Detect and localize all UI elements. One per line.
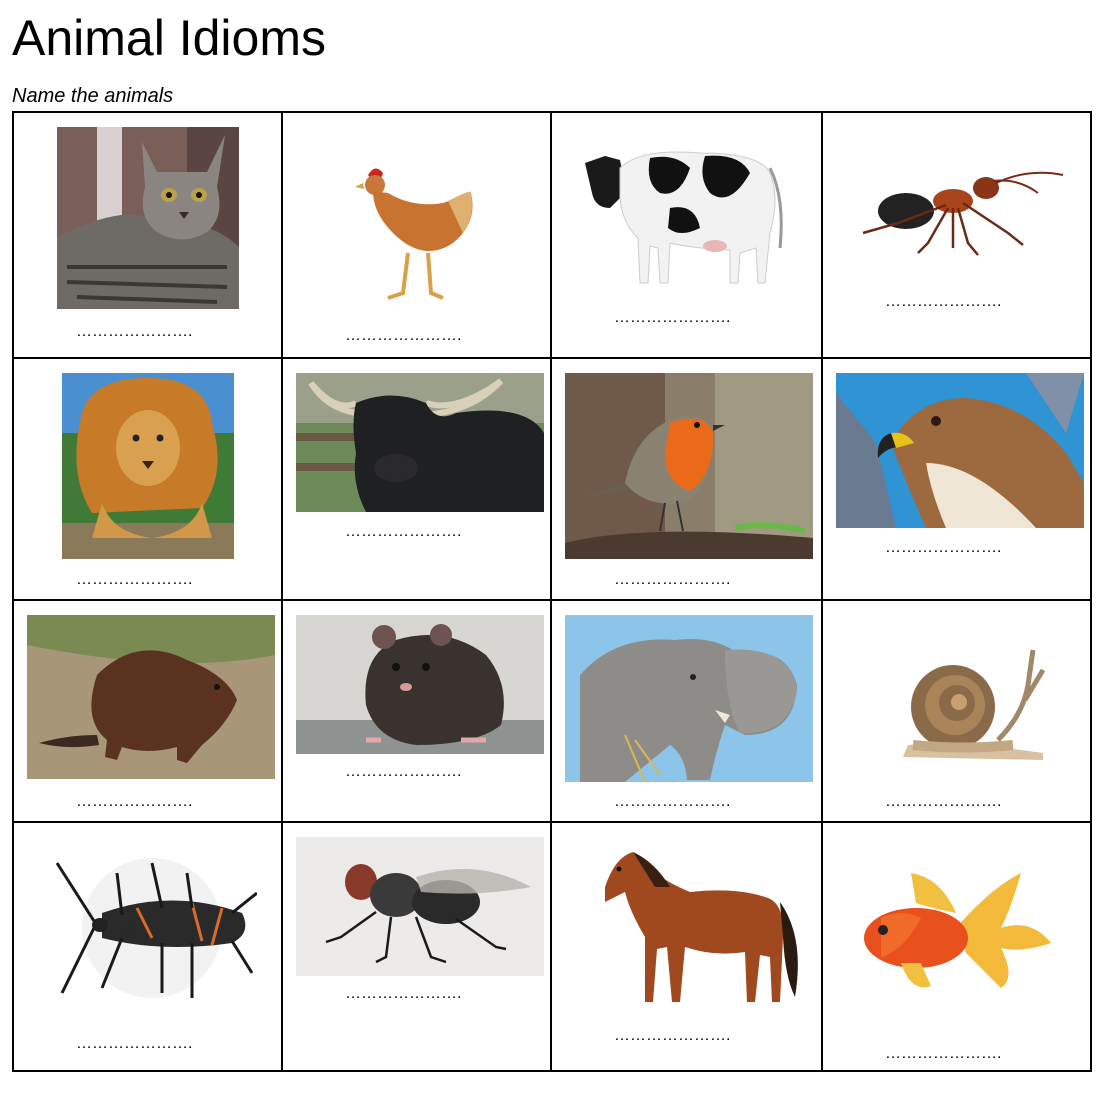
lion-icon [62, 373, 234, 559]
hen-icon [353, 153, 483, 313]
answer-blank[interactable]: …………………. [76, 571, 192, 589]
animal-cell: …………………. [821, 599, 1092, 823]
animal-grid: …………………. …………………. …………………. …………………. …………… [12, 111, 1092, 1072]
animal-cell: …………………. [550, 599, 823, 823]
answer-blank[interactable]: …………………. [614, 309, 730, 327]
bug-icon [42, 853, 257, 1003]
instructions: Name the animals [12, 85, 174, 107]
snail-icon [893, 645, 1053, 760]
animal-cell: …………………. [281, 821, 552, 1072]
answer-blank[interactable]: …………………. [885, 539, 1001, 557]
animal-cell: …………………. [821, 821, 1092, 1072]
fly-icon [296, 837, 544, 976]
elephant-icon [565, 615, 813, 782]
page-title: Animal Idioms [12, 10, 326, 66]
animal-cell: …………………. [12, 821, 283, 1072]
answer-blank[interactable]: …………………. [614, 1027, 730, 1045]
goldfish-icon [861, 868, 1051, 998]
answer-blank[interactable]: …………………. [76, 323, 192, 341]
ant-icon [858, 163, 1068, 258]
answer-blank[interactable]: …………………. [885, 1045, 1001, 1063]
hawk-icon [836, 373, 1084, 528]
animal-cell: …………………. [12, 111, 283, 359]
answer-blank[interactable]: …………………. [614, 571, 730, 589]
grid-row: …………………. …………………. …………………. …………………. [12, 821, 1092, 1072]
animal-cell: …………………. [281, 357, 552, 601]
animal-cell: …………………. [821, 357, 1092, 601]
beaver-icon [27, 615, 275, 779]
answer-blank[interactable]: …………………. [885, 793, 1001, 811]
animal-cell: …………………. [281, 111, 552, 359]
animal-cell: …………………. [281, 599, 552, 823]
answer-blank[interactable]: …………………. [345, 327, 461, 345]
answer-blank[interactable]: …………………. [345, 523, 461, 541]
animal-cell: …………………. [550, 111, 823, 359]
animal-cell: …………………. [821, 111, 1092, 359]
cat-icon [57, 127, 239, 309]
animal-cell: …………………. [12, 599, 283, 823]
animal-cell: …………………. [550, 357, 823, 601]
animal-cell: …………………. [550, 821, 823, 1072]
cow-icon [580, 138, 790, 293]
grid-row: …………………. …………………. …………………. …………………. [12, 111, 1092, 359]
horse-icon [595, 847, 803, 1007]
answer-blank[interactable]: …………………. [345, 763, 461, 781]
grid-row: …………………. …………………. …………………. …………………. [12, 357, 1092, 601]
answer-blank[interactable]: …………………. [885, 293, 1001, 311]
robin-icon [565, 373, 813, 559]
animal-cell: …………………. [12, 357, 283, 601]
answer-blank[interactable]: …………………. [345, 985, 461, 1003]
answer-blank[interactable]: …………………. [76, 1035, 192, 1053]
answer-blank[interactable]: …………………. [614, 793, 730, 811]
answer-blank[interactable]: …………………. [76, 793, 192, 811]
bull-icon [296, 373, 544, 512]
rat-icon [296, 615, 544, 754]
grid-row: …………………. …………………. …………………. …………………. [12, 599, 1092, 823]
